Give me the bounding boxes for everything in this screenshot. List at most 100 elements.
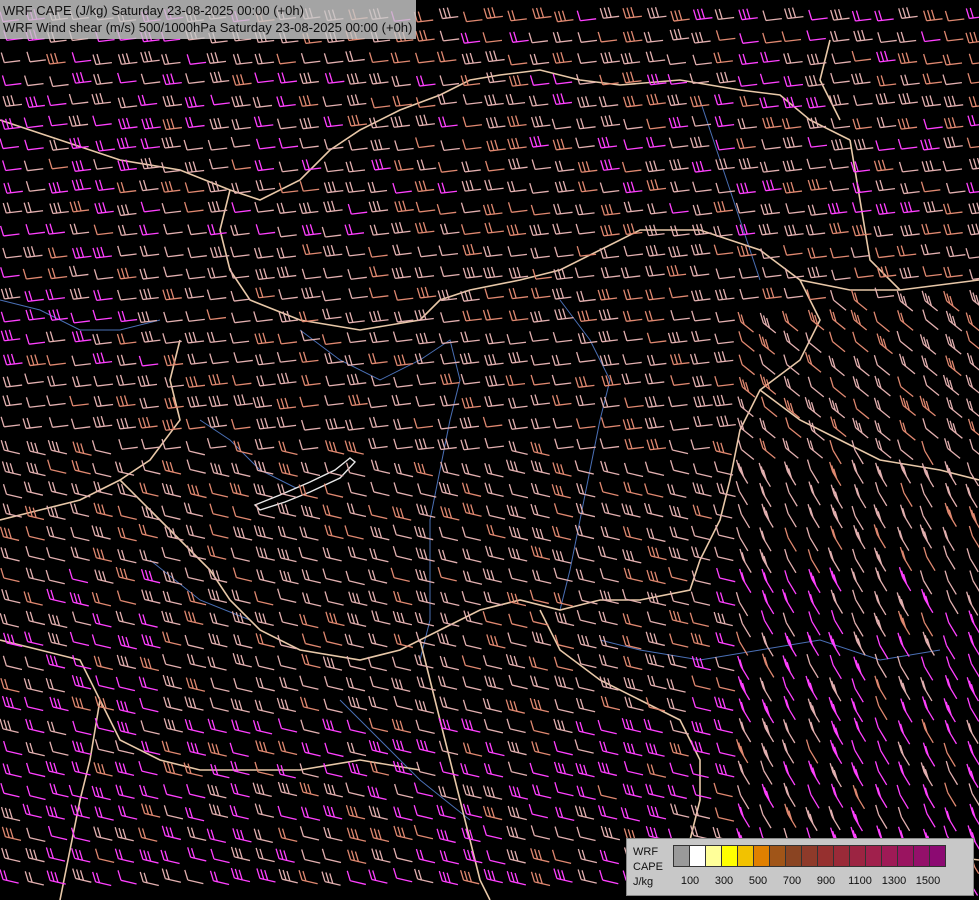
wind-barb <box>347 482 367 497</box>
wind-barb <box>760 760 773 785</box>
wind-barb <box>828 355 845 377</box>
wind-barb <box>232 567 253 582</box>
wind-barb <box>210 462 230 477</box>
wind-barb <box>300 330 321 342</box>
wind-barb <box>254 591 274 606</box>
wind-barb <box>94 806 114 821</box>
wind-barb <box>551 394 572 407</box>
wind-barb <box>806 653 819 679</box>
wind-barb <box>737 76 758 87</box>
wind-barb <box>45 569 65 585</box>
wind-barb <box>370 459 391 475</box>
wind-barb <box>875 140 895 152</box>
wind-barb <box>761 699 775 724</box>
wind-barb <box>508 418 528 430</box>
wind-barb <box>25 333 46 345</box>
wind-barb <box>623 741 643 757</box>
wind-barb <box>945 245 966 258</box>
wind-barb <box>208 483 229 498</box>
legend-swatch <box>913 845 930 867</box>
wind-barb <box>486 634 506 649</box>
wind-barb <box>482 416 503 428</box>
wind-barb <box>575 223 596 235</box>
wind-barb <box>829 247 850 259</box>
wind-barb <box>899 546 913 572</box>
wind-barb <box>808 9 828 21</box>
wind-barb <box>68 115 89 127</box>
wind-barb <box>254 803 275 818</box>
wind-barb <box>207 139 228 151</box>
wind-barb <box>25 224 45 235</box>
wind-barb <box>117 483 137 498</box>
wind-barb <box>2 376 23 388</box>
wind-barb <box>531 631 552 646</box>
wind-barb <box>276 202 297 214</box>
wind-barb <box>898 761 911 786</box>
wind-barb <box>574 739 594 754</box>
wind-barb <box>829 654 842 680</box>
wind-barb <box>782 719 796 744</box>
wind-barb <box>390 567 410 583</box>
wind-barb <box>715 30 736 41</box>
wind-barb <box>599 182 620 194</box>
wind-barb <box>26 785 46 801</box>
wind-barb <box>919 334 937 355</box>
wind-barb <box>920 656 934 681</box>
wind-barb <box>255 740 275 755</box>
wind-barb <box>440 612 460 627</box>
wind-barb <box>48 309 68 321</box>
wind-barb <box>920 181 941 193</box>
wind-barb <box>93 269 114 280</box>
wind-barb <box>47 440 68 455</box>
wind-barb <box>966 719 979 744</box>
wind-barb <box>622 418 643 431</box>
wind-barb <box>530 460 551 475</box>
wind-barb <box>368 695 388 711</box>
wind-barb <box>739 33 759 44</box>
wind-barb <box>576 785 596 800</box>
wind-barb <box>601 374 621 387</box>
wind-barb <box>482 309 503 321</box>
wind-barb <box>45 547 66 562</box>
wind-barb <box>668 505 689 520</box>
wind-barb <box>669 28 690 41</box>
wind-barb <box>92 246 112 259</box>
wind-barb <box>622 354 642 366</box>
wind-barb <box>254 699 274 715</box>
wind-barb <box>393 590 413 606</box>
wind-barb <box>898 459 912 484</box>
wind-barb <box>276 247 297 259</box>
wind-barb <box>760 396 778 418</box>
wind-barb <box>392 244 412 256</box>
wind-barb <box>621 373 641 385</box>
wind-barb <box>93 655 114 671</box>
wind-barb <box>2 95 23 107</box>
wind-barb <box>231 159 251 171</box>
wind-barb <box>783 375 801 397</box>
wind-barb <box>554 675 574 690</box>
wind-barb <box>483 868 503 884</box>
wind-barb <box>784 803 797 828</box>
wind-barb <box>323 783 343 798</box>
wind-barb <box>276 266 297 279</box>
wind-barb <box>899 395 917 417</box>
wind-barb <box>759 161 780 173</box>
wind-barb <box>321 871 341 886</box>
wind-barb <box>2 655 23 671</box>
wind-barb <box>805 739 819 764</box>
wind-barb <box>413 11 434 23</box>
wind-barb <box>946 418 963 439</box>
wind-barb <box>279 676 299 692</box>
wind-barb <box>508 267 529 279</box>
wind-barb <box>301 742 321 757</box>
wind-barb <box>440 312 460 324</box>
wind-barb <box>0 287 21 300</box>
wind-barb <box>715 311 735 323</box>
wind-barb <box>324 72 345 84</box>
wind-barb <box>620 267 641 279</box>
wind-barb <box>783 52 803 65</box>
wind-barb <box>923 546 936 572</box>
wind-barb <box>232 506 252 521</box>
wind-barb <box>575 418 596 430</box>
wind-barb <box>436 804 456 820</box>
